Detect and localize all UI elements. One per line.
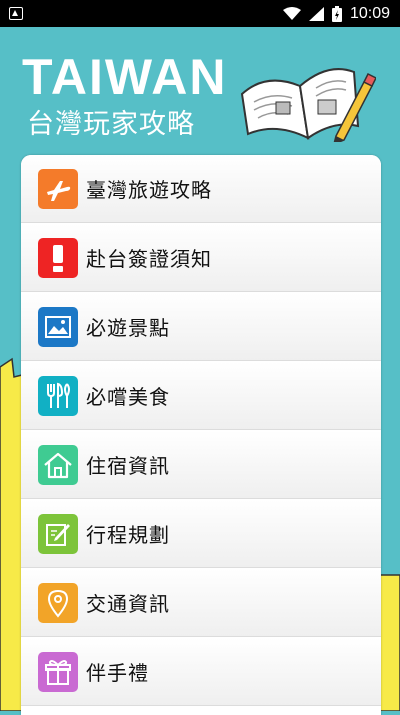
menu-item-label: 必遊景點 bbox=[86, 316, 170, 340]
menu-item-visa-info[interactable]: 赴台簽證須知 bbox=[21, 224, 381, 292]
menu-item-label: 住宿資訊 bbox=[86, 454, 170, 478]
menu-item-accommodation[interactable]: 住宿資訊 bbox=[21, 431, 381, 499]
wifi-icon bbox=[282, 6, 301, 20]
menu-item-label: 赴台簽證須知 bbox=[86, 247, 212, 271]
menu-item-label: 必嚐美食 bbox=[86, 385, 170, 409]
clock: 10:09 bbox=[349, 4, 390, 22]
signal-icon bbox=[308, 6, 324, 21]
notification-icon bbox=[9, 7, 23, 20]
location-pin-icon bbox=[38, 582, 78, 623]
menu-item-transport[interactable]: 交通資訊 bbox=[21, 569, 381, 637]
gift-icon bbox=[38, 651, 78, 692]
cutlery-icon bbox=[38, 375, 78, 416]
book-pencil-illustration bbox=[240, 68, 376, 142]
exclamation-icon bbox=[38, 237, 78, 278]
menu-item-souvenirs[interactable]: 伴手禮 bbox=[21, 638, 381, 706]
menu-item-label: 行程規劃 bbox=[86, 523, 170, 547]
edit-icon bbox=[38, 513, 78, 554]
menu-item-travel-guide[interactable]: 臺灣旅遊攻略 bbox=[21, 155, 381, 223]
app-title: TAIWAN bbox=[22, 49, 228, 105]
menu-item-label: 交通資訊 bbox=[86, 592, 170, 616]
battery-icon bbox=[331, 5, 342, 22]
menu-item-itinerary[interactable]: 行程規劃 bbox=[21, 500, 381, 568]
airplane-icon bbox=[38, 168, 78, 209]
home-icon bbox=[38, 444, 78, 485]
menu-list: 臺灣旅遊攻略 赴台簽證須知 必遊景點 必嚐美食 住宿資訊 行程規劃 交通資訊 伴… bbox=[21, 155, 381, 715]
app-subtitle: 台灣玩家攻略 bbox=[27, 109, 195, 140]
menu-item-label: 伴手禮 bbox=[86, 661, 149, 685]
menu-item-food[interactable]: 必嚐美食 bbox=[21, 362, 381, 430]
menu-item-attractions[interactable]: 必遊景點 bbox=[21, 293, 381, 361]
picture-icon bbox=[38, 306, 78, 347]
status-bar: 10:09 bbox=[0, 0, 400, 27]
menu-item-label: 臺灣旅遊攻略 bbox=[86, 178, 212, 202]
